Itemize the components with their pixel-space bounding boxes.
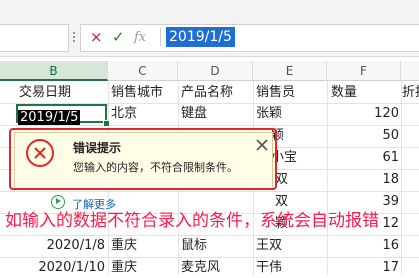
formula-bar-divider — [160, 28, 161, 46]
column-header-d[interactable]: D — [178, 61, 253, 81]
header-seller[interactable]: 销售员 — [256, 83, 295, 103]
column-header-g[interactable] — [401, 61, 419, 81]
active-cell[interactable]: 2019/1/5 — [16, 104, 107, 125]
table-cell[interactable]: 鼠标 — [181, 236, 207, 256]
formula-value[interactable]: 2019/1/5 — [166, 27, 235, 47]
table-cell[interactable]: 王双 — [256, 236, 282, 256]
fill-handle[interactable] — [103, 120, 110, 127]
header-product[interactable]: 产品名称 — [181, 83, 233, 103]
header-date[interactable]: 交易日期 — [19, 83, 71, 103]
error-icon — [26, 139, 54, 167]
formula-input-box[interactable] — [80, 24, 419, 52]
table-cell[interactable]: 50 — [327, 126, 399, 146]
table-cell[interactable]: 120 — [327, 104, 399, 124]
header-city[interactable]: 销售城市 — [111, 83, 163, 103]
error-title: 错误提示 — [73, 141, 122, 155]
table-cell[interactable]: 重庆 — [111, 258, 137, 278]
table-cell[interactable]: 17 — [327, 258, 399, 278]
grid-line — [401, 81, 402, 275]
column-header-f[interactable]: F — [327, 61, 401, 81]
formula-bar-drag-handle[interactable] — [70, 30, 78, 44]
cancel-icon[interactable]: × — [90, 28, 103, 46]
table-cell[interactable]: 2020/1/8 — [16, 236, 105, 256]
active-cell-text: 2019/1/5 — [18, 110, 81, 125]
close-icon[interactable] — [255, 137, 269, 151]
header-qty[interactable]: 数量 — [331, 83, 357, 103]
column-header-e[interactable]: E — [253, 61, 327, 81]
table-cell[interactable]: 麦克风 — [181, 258, 220, 278]
table-cell[interactable]: 61 — [327, 148, 399, 168]
error-message: 您输入的内容，不符合限制条件。 — [73, 161, 238, 174]
table-cell[interactable]: 39 — [327, 192, 399, 212]
table-cell[interactable]: 干伟 — [256, 258, 282, 278]
table-cell[interactable]: 2020/1/10 — [16, 258, 105, 278]
header-discount[interactable]: 折扣 — [402, 83, 419, 103]
table-cell[interactable]: 键盘 — [181, 104, 207, 124]
column-header-b[interactable]: B — [0, 61, 108, 81]
table-cell[interactable]: 18 — [327, 170, 399, 190]
table-cell[interactable]: 16 — [327, 236, 399, 256]
insert-function-icon[interactable]: fx — [134, 29, 146, 47]
table-cell[interactable]: 北京 — [111, 104, 137, 124]
play-circle-icon[interactable] — [51, 195, 65, 209]
table-cell[interactable]: 张颖 — [256, 104, 282, 124]
name-box[interactable] — [0, 24, 69, 52]
ribbon-strip — [0, 0, 419, 18]
table-cell[interactable]: 重庆 — [111, 236, 137, 256]
annotation-text: 如输入的数据不符合录入的条件，系统会自动报错 — [5, 211, 379, 231]
table-cell[interactable]: 双 — [275, 192, 288, 212]
confirm-icon[interactable]: ✓ — [112, 28, 125, 46]
column-header-c[interactable]: C — [108, 61, 178, 81]
